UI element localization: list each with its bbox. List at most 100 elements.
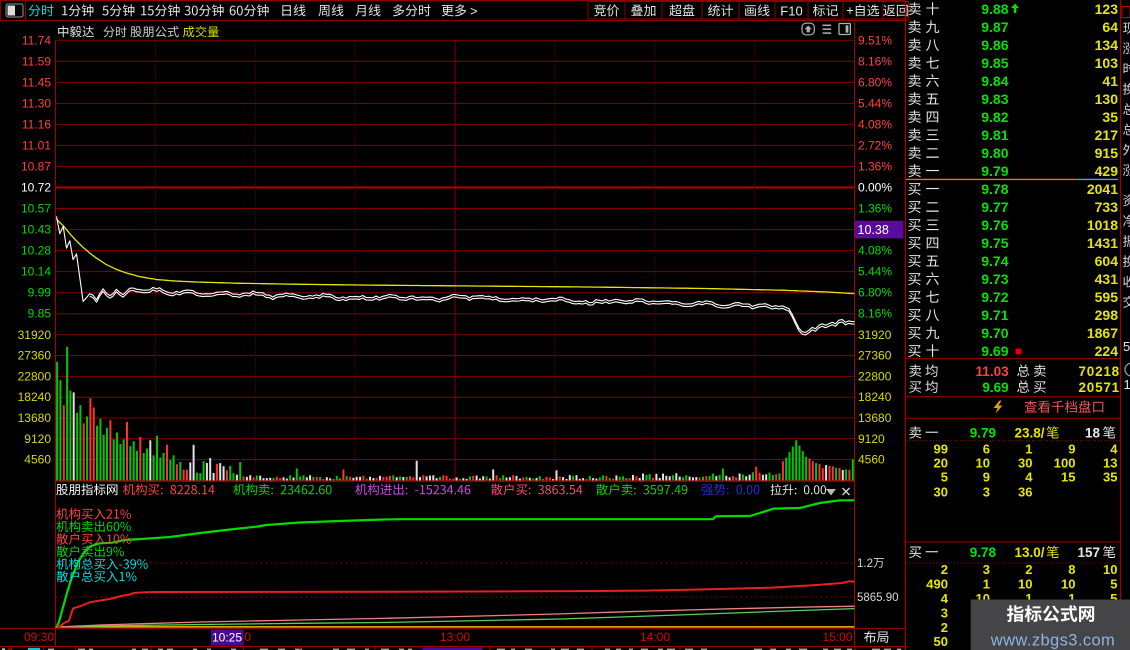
svg-text:1431: 1431 bbox=[1087, 235, 1118, 251]
svg-text:11.01: 11.01 bbox=[22, 138, 51, 152]
svg-text:9.77: 9.77 bbox=[981, 199, 1008, 215]
svg-text:0.00%: 0.00% bbox=[858, 181, 892, 195]
svg-text:9.85: 9.85 bbox=[981, 55, 1008, 71]
svg-text:9.72: 9.72 bbox=[981, 289, 1008, 305]
svg-text:134: 134 bbox=[1095, 37, 1119, 53]
svg-text:11.30: 11.30 bbox=[22, 96, 51, 110]
svg-text:9.78: 9.78 bbox=[981, 181, 1008, 197]
svg-text:64: 64 bbox=[1102, 19, 1118, 35]
svg-text:5.44%: 5.44% bbox=[858, 265, 892, 279]
svg-text:10: 10 bbox=[976, 456, 990, 471]
svg-text:11.74: 11.74 bbox=[22, 33, 51, 47]
svg-text:5: 5 bbox=[1123, 339, 1130, 354]
svg-text:20: 20 bbox=[934, 456, 948, 471]
svg-text:5865.90: 5865.90 bbox=[857, 592, 899, 604]
svg-text:1.2: 1.2 bbox=[857, 558, 873, 570]
svg-text:11.59: 11.59 bbox=[22, 54, 51, 68]
svg-text:10.57: 10.57 bbox=[21, 202, 51, 216]
svg-text:3: 3 bbox=[983, 562, 990, 577]
svg-text:13680: 13680 bbox=[18, 411, 52, 425]
svg-text:9.76: 9.76 bbox=[981, 217, 1008, 233]
svg-text:4: 4 bbox=[941, 591, 949, 606]
svg-text:9.82: 9.82 bbox=[981, 109, 1008, 125]
svg-text:123: 123 bbox=[1095, 1, 1119, 17]
svg-text:13680: 13680 bbox=[858, 411, 892, 425]
svg-text:8: 8 bbox=[1068, 562, 1075, 577]
svg-text:13: 13 bbox=[1103, 456, 1117, 471]
svg-text:11.45: 11.45 bbox=[22, 75, 51, 89]
svg-text:13.0/: 13.0/ bbox=[1015, 545, 1045, 560]
svg-text:217: 217 bbox=[1095, 127, 1119, 143]
svg-text:9.69: 9.69 bbox=[982, 380, 1008, 395]
svg-text:9.85: 9.85 bbox=[28, 307, 52, 321]
svg-text:1018: 1018 bbox=[1087, 217, 1118, 233]
svg-text:2.72%: 2.72% bbox=[858, 138, 892, 152]
svg-text:27360: 27360 bbox=[858, 349, 892, 363]
svg-text:70218: 70218 bbox=[1078, 364, 1120, 379]
svg-text:9120: 9120 bbox=[24, 432, 51, 446]
svg-text:10: 10 bbox=[1103, 562, 1117, 577]
svg-text:11.03: 11.03 bbox=[976, 364, 1010, 379]
svg-text:9: 9 bbox=[1068, 441, 1075, 456]
svg-text:431: 431 bbox=[1095, 271, 1119, 287]
svg-text:18: 18 bbox=[1085, 426, 1101, 441]
svg-text:9.83: 9.83 bbox=[981, 91, 1008, 107]
svg-text:733: 733 bbox=[1095, 199, 1119, 215]
svg-text:2: 2 bbox=[941, 562, 948, 577]
svg-text:130: 130 bbox=[1095, 91, 1119, 107]
svg-text:9120: 9120 bbox=[858, 432, 885, 446]
svg-text:4.08%: 4.08% bbox=[858, 244, 892, 258]
svg-text:27360: 27360 bbox=[18, 349, 52, 363]
svg-text:8.16%: 8.16% bbox=[858, 307, 892, 321]
svg-text:9.81: 9.81 bbox=[981, 127, 1008, 143]
svg-text:9.79: 9.79 bbox=[981, 163, 1008, 179]
svg-text:9.70: 9.70 bbox=[981, 325, 1008, 341]
svg-text:5: 5 bbox=[941, 470, 948, 485]
svg-text:4560: 4560 bbox=[858, 453, 885, 467]
svg-text:9.99: 9.99 bbox=[28, 286, 52, 300]
svg-text:429: 429 bbox=[1095, 163, 1119, 179]
svg-text:www.zbgs3.com: www.zbgs3.com bbox=[990, 632, 1115, 650]
svg-text:490: 490 bbox=[926, 577, 948, 592]
svg-text:10.72: 10.72 bbox=[21, 181, 51, 195]
svg-text:6.80%: 6.80% bbox=[858, 286, 892, 300]
svg-text:15:00: 15:00 bbox=[822, 630, 852, 644]
svg-text:22800: 22800 bbox=[18, 369, 52, 383]
svg-text:30: 30 bbox=[934, 484, 948, 499]
svg-text:41: 41 bbox=[1102, 73, 1118, 89]
svg-text:103: 103 bbox=[1095, 55, 1119, 71]
svg-text:35: 35 bbox=[1102, 109, 1118, 125]
svg-text:30: 30 bbox=[1018, 456, 1032, 471]
svg-text:3: 3 bbox=[983, 484, 990, 499]
svg-text:10.87: 10.87 bbox=[21, 160, 51, 174]
svg-text:9.73: 9.73 bbox=[981, 271, 1008, 287]
svg-text:10.14: 10.14 bbox=[21, 265, 51, 279]
svg-text:11.16: 11.16 bbox=[22, 117, 51, 131]
svg-text:14:00: 14:00 bbox=[640, 630, 670, 644]
svg-text:4: 4 bbox=[1110, 441, 1118, 456]
svg-text:2: 2 bbox=[941, 620, 948, 635]
svg-text:1: 1 bbox=[1025, 441, 1032, 456]
svg-text:6: 6 bbox=[983, 441, 990, 456]
svg-text:3: 3 bbox=[941, 605, 948, 620]
svg-text:20571: 20571 bbox=[1078, 380, 1120, 395]
svg-text:9.75: 9.75 bbox=[981, 235, 1008, 251]
svg-text:9.88: 9.88 bbox=[981, 1, 1008, 17]
svg-text:8.16%: 8.16% bbox=[858, 54, 892, 68]
svg-text:9: 9 bbox=[983, 470, 990, 485]
svg-text:157: 157 bbox=[1077, 545, 1100, 560]
svg-text:10.43: 10.43 bbox=[21, 223, 51, 237]
svg-text:>: > bbox=[470, 3, 478, 18]
svg-text:2041: 2041 bbox=[1087, 181, 1118, 197]
svg-text:22800: 22800 bbox=[858, 369, 892, 383]
svg-text:1: 1 bbox=[983, 577, 990, 592]
svg-text:5.44%: 5.44% bbox=[858, 96, 892, 110]
svg-text:100: 100 bbox=[1054, 456, 1076, 471]
svg-text:9.84: 9.84 bbox=[981, 73, 1008, 89]
svg-text:595: 595 bbox=[1095, 289, 1119, 305]
svg-text:99: 99 bbox=[934, 441, 948, 456]
svg-text:10:25: 10:25 bbox=[212, 630, 242, 644]
svg-text:18240: 18240 bbox=[858, 390, 892, 404]
svg-text:1.36%: 1.36% bbox=[858, 160, 892, 174]
svg-text:9.80: 9.80 bbox=[981, 145, 1008, 161]
